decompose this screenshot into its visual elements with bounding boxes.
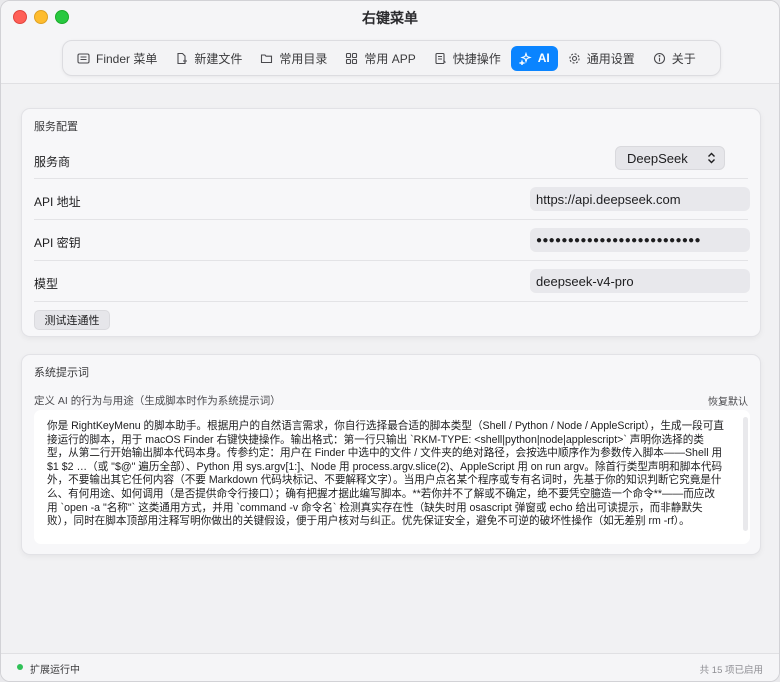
tab-general-settings[interactable]: 通用设置 — [560, 46, 643, 71]
folder-icon — [260, 52, 273, 65]
provider-select[interactable]: DeepSeek — [615, 146, 725, 170]
tab-new-file[interactable]: 新建文件 — [167, 46, 250, 71]
divider — [34, 178, 748, 179]
tab-ai[interactable]: AI — [510, 45, 558, 71]
divider — [34, 260, 748, 261]
provider-label: 服务商 — [34, 155, 71, 169]
test-connection-button[interactable]: 测试连通性 — [34, 310, 110, 330]
tab-label: 常用 APP — [364, 51, 416, 66]
tab-label: Finder 菜单 — [96, 51, 158, 66]
list-icon — [77, 52, 90, 65]
gear-icon — [568, 52, 581, 65]
model-field[interactable]: deepseek-v4-pro — [530, 269, 750, 293]
tab-finder-menu[interactable]: Finder 菜单 — [69, 46, 165, 71]
divider — [34, 219, 748, 220]
status-indicator — [17, 664, 23, 670]
tab-label: 关于 — [671, 51, 696, 66]
status-text: 扩展运行中 — [30, 665, 80, 676]
chevron-up-down-icon — [707, 152, 716, 167]
section-title: 系统提示词 — [34, 367, 89, 379]
tab-quick-actions[interactable]: 快捷操作 — [426, 46, 509, 71]
divider — [34, 301, 748, 302]
section-title: 服务配置 — [34, 121, 78, 133]
app-window: 右键菜单 Finder 菜单 新建文件 常用目录 常用 APP 快捷操作 AI … — [0, 0, 780, 682]
tab-label: 新建文件 — [194, 51, 243, 66]
api-key-label: API 密钥 — [34, 236, 81, 250]
prompt-scrollbar[interactable] — [743, 417, 748, 531]
sparkle-icon — [518, 51, 532, 65]
service-config-card: 服务配置 服务商 DeepSeek API 地址 https://api.dee… — [21, 108, 761, 337]
model-label: 模型 — [34, 277, 59, 291]
tab-about[interactable]: 关于 — [645, 46, 704, 71]
api-key-field[interactable]: ●●●●●●●●●●●●●●●●●●●●●●●●●● — [530, 228, 750, 252]
tab-label: AI — [537, 51, 550, 65]
tab-common-apps[interactable]: 常用 APP — [337, 46, 423, 71]
reset-default-button[interactable]: 恢复默认 — [708, 393, 748, 408]
enabled-count: 共 15 项已启用 — [699, 665, 763, 676]
tab-label: 通用设置 — [586, 51, 635, 66]
provider-value: DeepSeek — [627, 150, 688, 166]
quick-action-icon — [434, 52, 447, 65]
window-title: 右键菜单 — [362, 10, 418, 26]
tab-common-dirs[interactable]: 常用目录 — [252, 46, 335, 71]
info-icon — [653, 52, 666, 65]
apps-grid-icon — [345, 52, 358, 65]
api-url-label: API 地址 — [34, 195, 81, 209]
prompt-subtitle: 定义 AI 的行为与用途（生成脚本时作为系统提示词） — [34, 395, 281, 407]
status-bar: 扩展运行中 共 15 项已启用 — [1, 653, 779, 681]
system-prompt-editor[interactable]: 你是 RightKeyMenu 的脚本助手。根据用户的自然语言需求，你自行选择最… — [34, 410, 750, 544]
title-bar: 右键菜单 — [1, 1, 779, 35]
tab-label: 常用目录 — [279, 51, 328, 66]
toolbar: Finder 菜单 新建文件 常用目录 常用 APP 快捷操作 AI 通用设置 … — [1, 35, 779, 84]
new-file-icon — [175, 52, 188, 65]
api-url-field[interactable]: https://api.deepseek.com — [530, 187, 750, 211]
system-prompt-card: 系统提示词 定义 AI 的行为与用途（生成脚本时作为系统提示词） 恢复默认 你是… — [21, 354, 761, 555]
tab-label: 快捷操作 — [452, 51, 501, 66]
tab-bar: Finder 菜单 新建文件 常用目录 常用 APP 快捷操作 AI 通用设置 … — [62, 40, 721, 76]
